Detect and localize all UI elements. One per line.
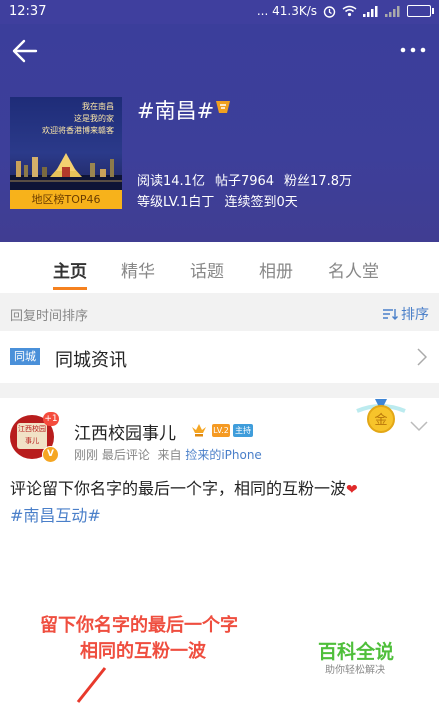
city-news-row[interactable]: 同城 同城资讯 [0, 331, 439, 383]
alarm-icon [323, 5, 336, 18]
topic-stats-primary: 阅读14.1亿 帖子7964 粉丝17.8万 [137, 170, 362, 189]
back-arrow-icon[interactable] [10, 36, 40, 66]
post-content: 评论留下你名字的最后一个字，相同的互粉一波❤ [10, 477, 430, 502]
city-skyline-illustration [10, 153, 122, 192]
crown-badge-icon [192, 424, 206, 437]
topic-cover-image: 我在南昌 这是我的家 欢迎将香港博来赣客 地区榜TOP46 [10, 97, 122, 209]
status-time: 12:37 [9, 4, 47, 19]
region-rank-label: 地区榜TOP46 [10, 190, 122, 209]
medal-label: 金 [374, 412, 387, 428]
signal-2-icon [385, 5, 400, 17]
tab-featured[interactable]: 精华 [121, 257, 155, 282]
tab-topics[interactable]: 话题 [190, 257, 224, 282]
status-bar: 12:37 ... 41.3K/s [0, 0, 439, 24]
battery-icon [407, 5, 434, 17]
tab-home[interactable]: 主页 [53, 257, 87, 282]
sort-order-label: 回复时间排序 [10, 309, 89, 324]
post-hashtag[interactable]: #南昌互动# [10, 502, 101, 526]
moderator-badge: 主持 [233, 424, 253, 437]
post-author[interactable]: 江西校园事儿 [74, 419, 176, 444]
chevron-down-icon[interactable] [410, 420, 428, 432]
heart-icon: ❤ [346, 482, 358, 498]
watermark-title: 百科全说 [318, 641, 395, 663]
post-image-caption-line1: 留下你名字的最后一个字 [40, 615, 238, 636]
city-tag: 同城 [10, 348, 40, 365]
avatar-label: 江西校园事儿 [17, 423, 47, 449]
watermark-subtitle: 助你轻松解决 [325, 665, 385, 676]
topic-title: #南昌# [137, 99, 215, 123]
topic-stats-secondary: 等级LV.1白丁 连续签到0天 [137, 191, 308, 210]
tab-album[interactable]: 相册 [259, 257, 293, 282]
post-image-caption-line2: 相同的互粉一波 [80, 641, 206, 662]
topic-tabs: 主页 精华 话题 相册 名人堂 [0, 242, 439, 293]
checkin-streak: 连续签到0天 [224, 195, 298, 210]
tab-hall-of-fame[interactable]: 名人堂 [328, 257, 379, 282]
cover-caption: 我在南昌 这是我的家 欢迎将香港博来赣客 [42, 102, 114, 135]
section-divider [0, 383, 439, 398]
post-source-link[interactable]: 捡来的iPhone [185, 448, 262, 462]
sort-icon [383, 309, 398, 320]
read-count: 阅读14.1亿 [137, 174, 205, 189]
post-count: 帖子7964 [214, 174, 275, 189]
fan-count: 粉丝17.8万 [284, 174, 352, 189]
city-news-label: 同城资讯 [55, 350, 127, 371]
post-meta: 刚刚 最后评论 来自 捡来的iPhone [74, 448, 262, 462]
signal-icon [363, 5, 378, 17]
wifi-icon [342, 5, 357, 17]
gold-medal-icon: 金 [356, 399, 406, 433]
status-icons: ... 41.3K/s [256, 4, 434, 18]
network-speed: ... 41.3K/s [256, 4, 317, 18]
level-badge: LV.2 [212, 424, 230, 437]
sort-bar: 回复时间排序 排序 [0, 293, 439, 331]
topic-badge-icon [216, 101, 230, 113]
verified-badge-icon: V [42, 446, 59, 463]
avatar-notification-badge: +1 [43, 412, 59, 426]
level-label: 等级LV.1白丁 [137, 195, 215, 210]
chevron-right-icon [417, 348, 427, 366]
sort-button[interactable]: 排序 [382, 304, 429, 324]
active-tab-indicator [53, 287, 87, 290]
more-options-icon[interactable] [398, 40, 428, 60]
red-arrow-icon [76, 667, 107, 703]
